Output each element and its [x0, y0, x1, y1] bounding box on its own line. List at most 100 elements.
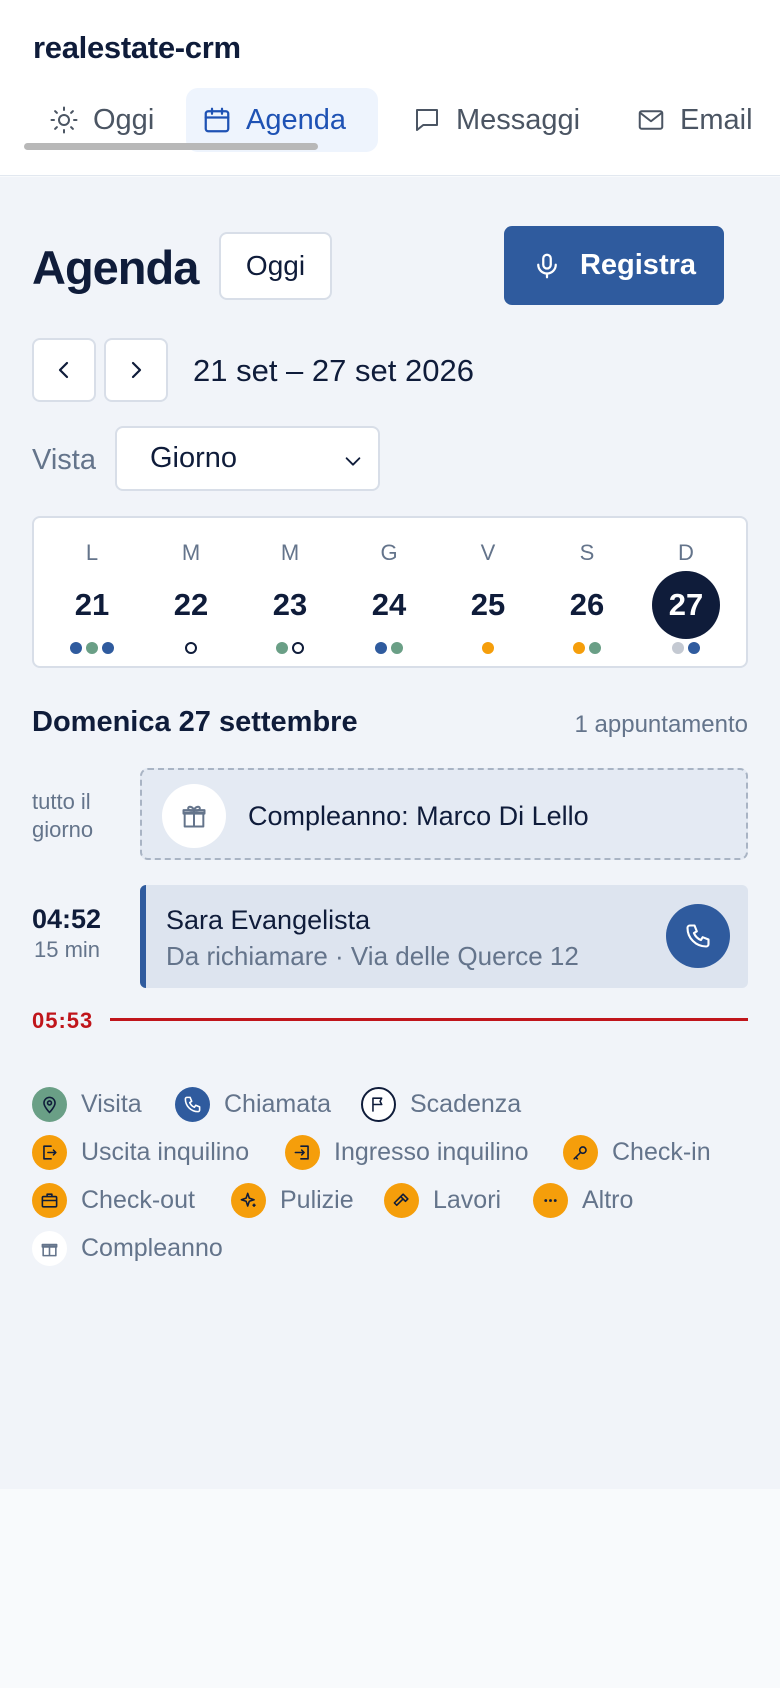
event-dots [438, 642, 538, 654]
day-number: 27 [652, 571, 720, 639]
day-letter: M [181, 540, 201, 565]
event-dot [589, 642, 601, 654]
day-letter: L [85, 540, 99, 565]
day-cell-27-selected[interactable]: D 27 [636, 518, 736, 670]
appointment-card[interactable]: Sara Evangelista Da richiamare · Via del… [140, 885, 748, 988]
legend-label: Lavori [433, 1186, 502, 1214]
event-dot [375, 642, 387, 654]
call-button[interactable] [666, 904, 730, 968]
legend-visita: Visita [32, 1087, 142, 1122]
event-dot [573, 642, 585, 654]
all-day-event-card[interactable]: Compleanno: Marco Di Lello [140, 768, 748, 860]
logout-icon [32, 1135, 67, 1170]
hammer-icon [384, 1183, 419, 1218]
day-cell-25[interactable]: V 25 [438, 518, 538, 670]
legend-label: Scadenza [410, 1090, 522, 1118]
tab-messaggi[interactable]: Messaggi [396, 88, 596, 152]
legend-ingresso-inquilino: Ingresso inquilino [285, 1135, 529, 1170]
appointment-count: 1 appuntamento [574, 711, 748, 738]
tab-label: Agenda [246, 103, 346, 136]
legend-label: Altro [582, 1186, 634, 1214]
all-day-label: tutto il giorno [32, 789, 94, 842]
day-letter: S [579, 540, 595, 565]
legend-pulizie: Pulizie [231, 1183, 354, 1218]
map-pin-icon [32, 1087, 67, 1122]
legend-scadenza: Scadenza [361, 1087, 521, 1122]
current-time-label: 05:53 [32, 1008, 94, 1033]
event-dot [70, 642, 82, 654]
flag-icon [361, 1087, 396, 1122]
day-letter: G [380, 540, 398, 565]
day-number: 21 [74, 587, 110, 622]
microphone-icon [537, 253, 557, 278]
event-dot [276, 642, 288, 654]
event-dot [688, 642, 700, 654]
prev-week-button[interactable] [32, 338, 96, 402]
calendar-icon [204, 107, 230, 133]
legend-compleanno: Compleanno [32, 1231, 223, 1266]
legend-label: Chiamata [224, 1090, 331, 1118]
event-dots [42, 642, 142, 654]
event-dot [482, 642, 494, 654]
more-icon [533, 1183, 568, 1218]
day-letter: M [280, 540, 300, 565]
tab-label: Oggi [93, 103, 155, 136]
legend-label: Check-in [612, 1138, 711, 1166]
phone-icon [686, 924, 710, 948]
tab-email[interactable]: Email [620, 88, 769, 152]
legend-lavori: Lavori [384, 1183, 501, 1218]
event-dot [86, 642, 98, 654]
day-cell-21[interactable]: L 21 [42, 518, 142, 670]
record-label: Registra [579, 249, 697, 281]
top-bar: realestate-crm Oggi Agenda Messaggi Emai… [0, 0, 780, 176]
tab-label: Messaggi [456, 103, 581, 136]
day-number: 23 [272, 587, 308, 622]
day-letter: D [678, 540, 694, 565]
phone-icon [175, 1087, 210, 1122]
legend-uscita-inquilino: Uscita inquilino [32, 1135, 249, 1170]
day-letter: V [480, 540, 496, 565]
day-cell-24[interactable]: G 24 [339, 518, 439, 670]
day-cell-26[interactable]: S 26 [537, 518, 637, 670]
event-dots [537, 642, 637, 654]
sun-icon [50, 106, 78, 134]
legend-label: Compleanno [81, 1234, 223, 1262]
legend-check-in: Check-in [563, 1135, 711, 1170]
all-day-event-title: Compleanno: Marco Di Lello [248, 801, 589, 831]
chevron-left-icon [58, 361, 69, 379]
event-dots [141, 642, 241, 654]
day-number: 22 [173, 587, 209, 622]
day-number: 25 [470, 587, 506, 622]
briefcase-icon [32, 1183, 67, 1218]
tab-scrollbar[interactable] [24, 143, 318, 150]
appointment-contact: Sara Evangelista [166, 905, 371, 935]
event-dot [391, 642, 403, 654]
appointment-detail: Da richiamare · Via delle Querce 12 [166, 941, 579, 971]
date-range: 21 set – 27 set 2026 [193, 353, 474, 388]
appointment-duration: 15 min [34, 937, 101, 962]
legend-label: Check-out [81, 1186, 195, 1214]
login-icon [285, 1135, 320, 1170]
next-week-button[interactable] [104, 338, 168, 402]
tab-label: Email [680, 103, 753, 136]
legend-check-out: Check-out [32, 1183, 195, 1218]
app-title: realestate-crm [33, 30, 241, 65]
appointment-time: 04:52 [32, 904, 102, 934]
legend-label: Visita [81, 1090, 142, 1118]
chat-icon [416, 109, 438, 131]
event-dot [672, 642, 684, 654]
today-button[interactable]: Oggi [219, 232, 332, 300]
view-select-value: Giorno [150, 442, 238, 474]
day-number: 24 [371, 587, 407, 622]
legend-altro: Altro [533, 1183, 633, 1218]
event-dots [636, 642, 736, 654]
view-select[interactable]: Giorno [115, 426, 380, 491]
day-number: 26 [569, 587, 605, 622]
record-button[interactable]: Registra [504, 226, 724, 305]
chevron-right-icon [131, 361, 142, 379]
event-dots [339, 642, 439, 654]
legend-label: Uscita inquilino [81, 1138, 250, 1166]
day-cell-23[interactable]: M 23 [240, 518, 340, 670]
event-dot [292, 642, 304, 654]
day-cell-22[interactable]: M 22 [141, 518, 241, 670]
